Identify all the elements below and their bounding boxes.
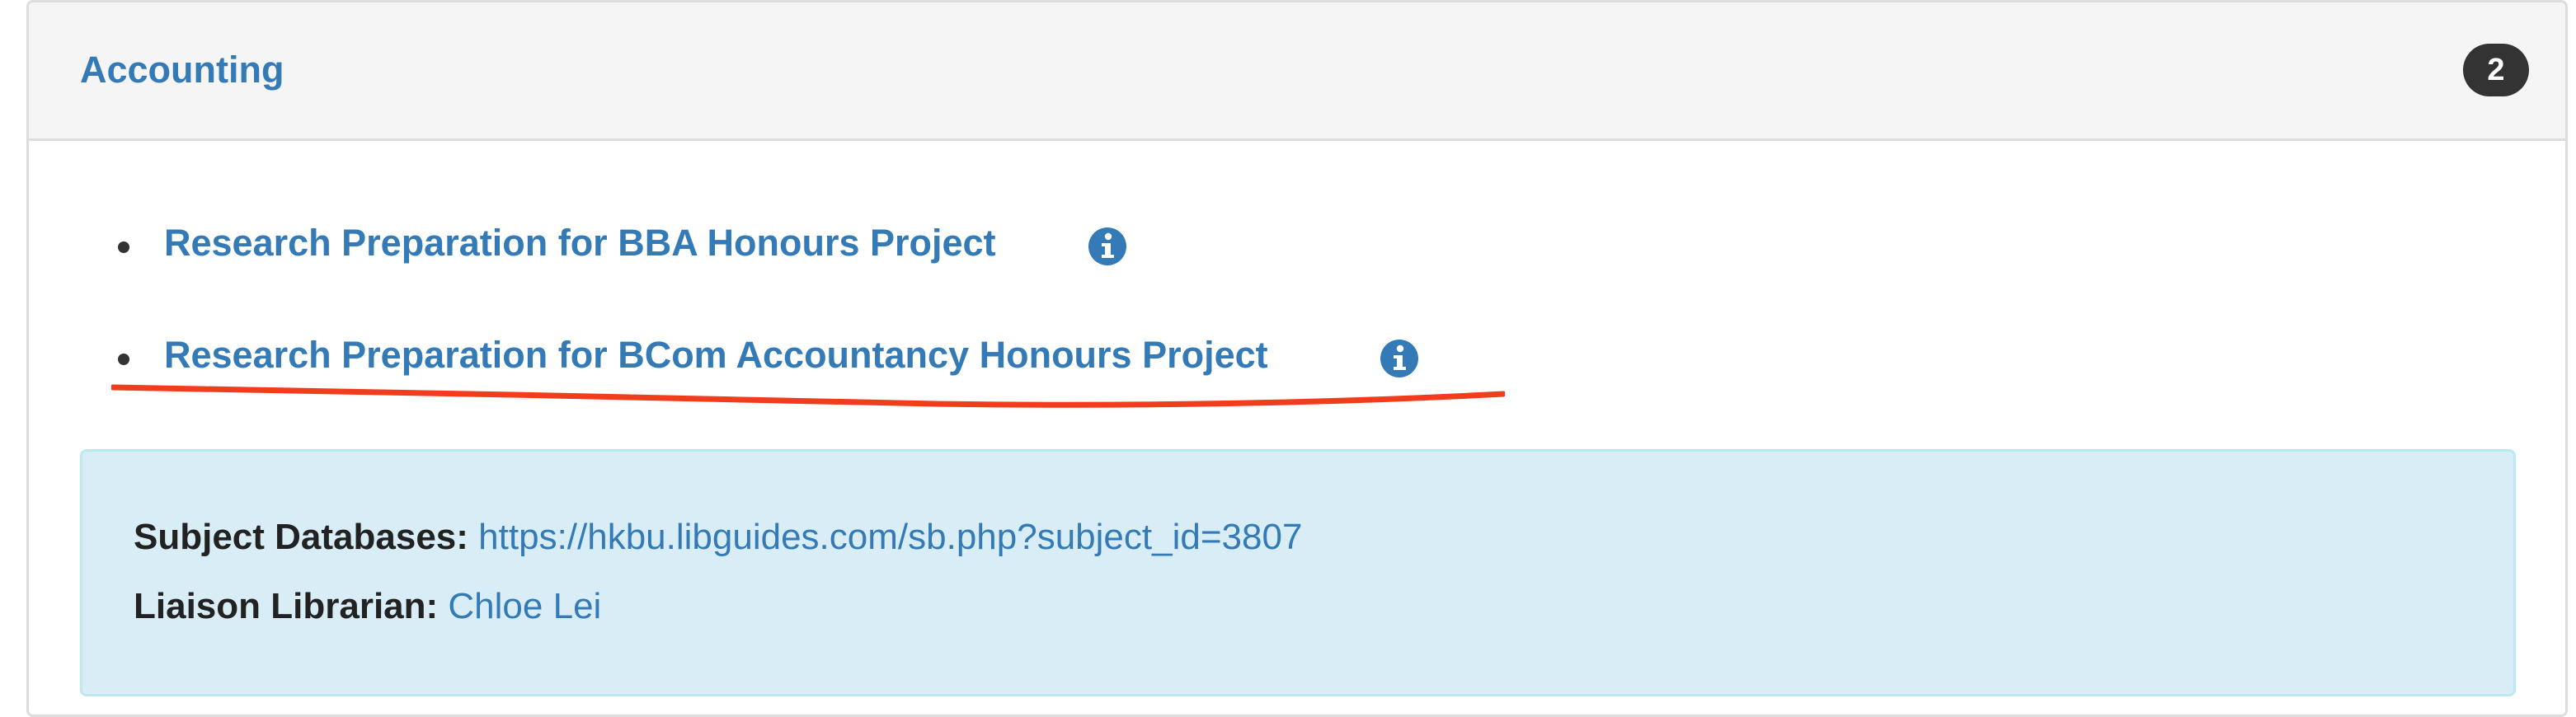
guide-count-badge: 2 [2463, 44, 2529, 96]
subject-info-box: Subject Databases: https://hkbu.libguide… [80, 449, 2516, 696]
panel-heading: Accounting 2 [29, 2, 2565, 141]
liaison-librarian-line: Liaison Librarian: Chloe Lei [134, 585, 601, 628]
subject-panel: Accounting 2 Research Preparation for BB… [26, 0, 2568, 717]
subject-databases-line: Subject Databases: https://hkbu.libguide… [134, 516, 1302, 559]
subject-databases-label: Subject Databases: [134, 517, 468, 557]
red-underline-annotation [111, 384, 1505, 408]
panel-title-accounting[interactable]: Accounting [80, 49, 284, 91]
info-circle-icon[interactable] [1380, 339, 1419, 378]
liaison-librarian-link[interactable]: Chloe Lei [448, 586, 601, 626]
liaison-librarian-label: Liaison Librarian: [134, 586, 439, 626]
bullet-icon [118, 241, 129, 253]
guide-link-bba[interactable]: Research Preparation for BBA Honours Pro… [164, 222, 996, 265]
guide-link-bcom[interactable]: Research Preparation for BCom Accountanc… [164, 334, 1268, 377]
bullet-icon [118, 354, 129, 365]
subject-databases-link[interactable]: https://hkbu.libguides.com/sb.php?subjec… [478, 517, 1302, 557]
info-circle-icon[interactable] [1088, 227, 1127, 266]
